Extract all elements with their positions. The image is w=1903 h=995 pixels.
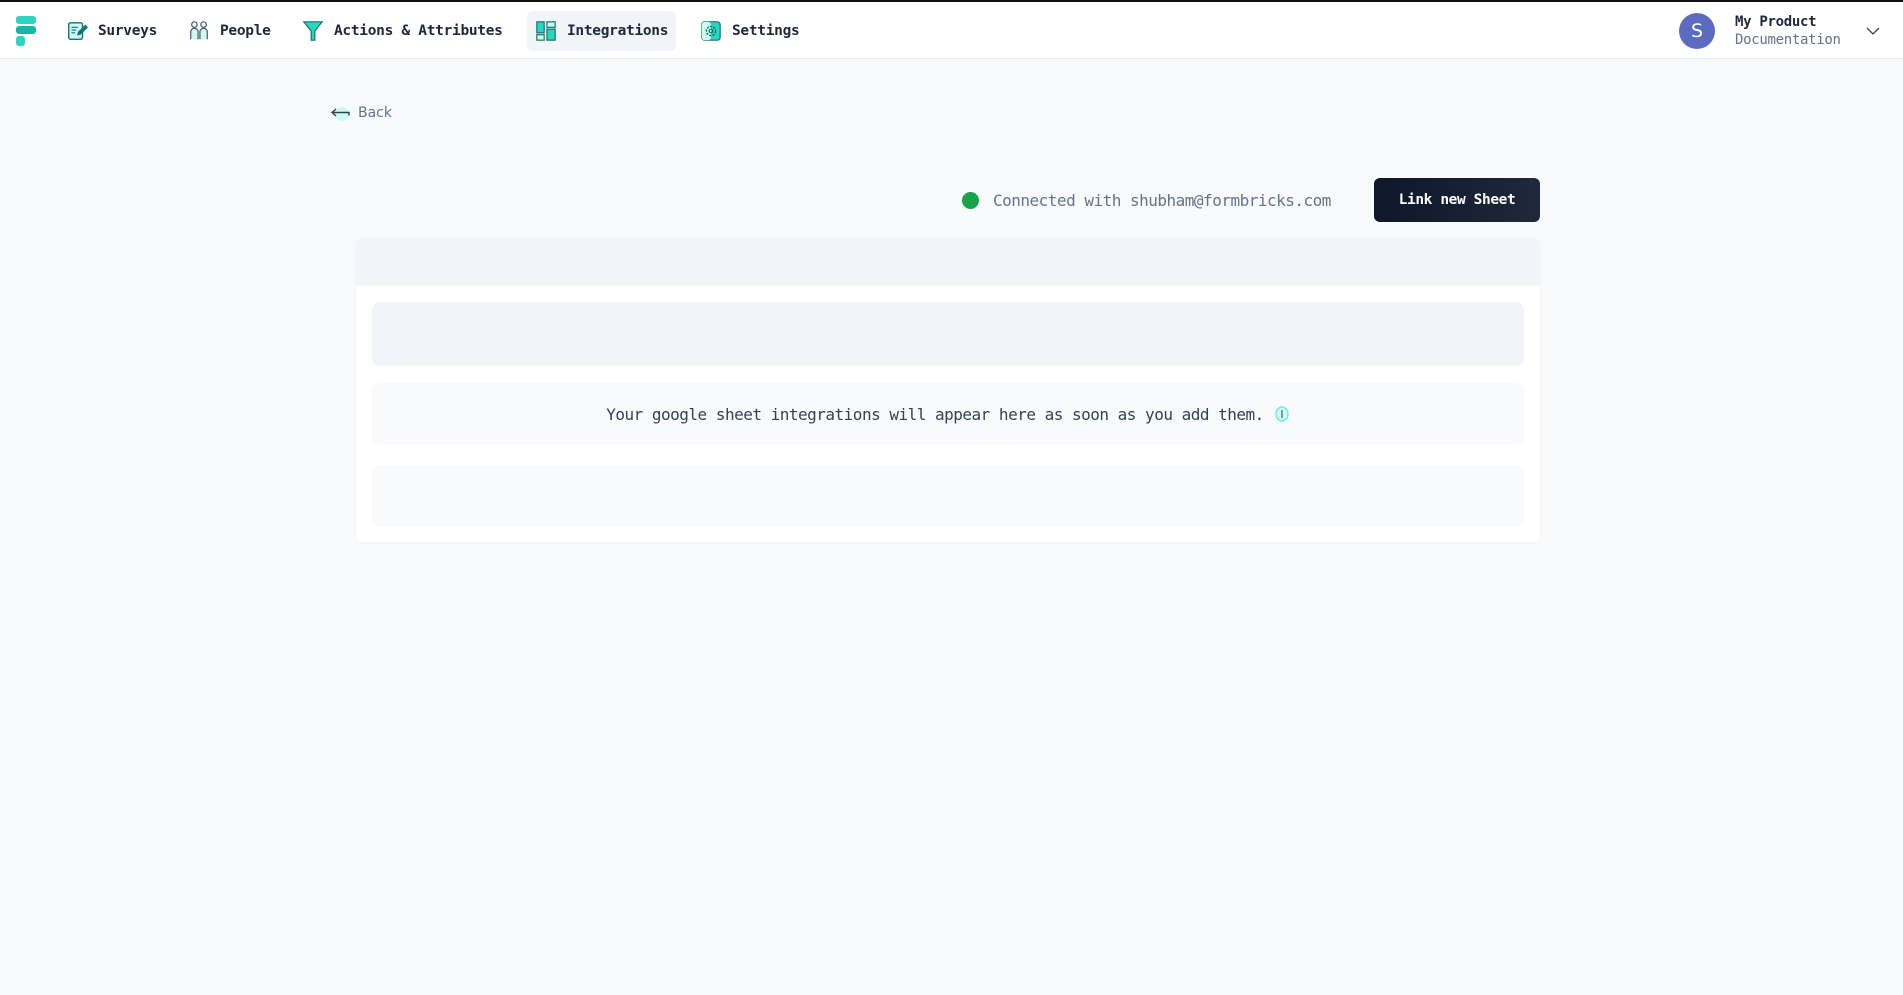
skeleton-row <box>372 302 1524 366</box>
nav-actions-attributes[interactable]: Actions & Attributes <box>294 11 511 51</box>
funnel-icon <box>302 20 324 42</box>
nav-settings[interactable]: Settings <box>692 11 807 51</box>
integrations-grid-icon <box>535 20 557 42</box>
connection-status-text: Connected with shubham@formbricks.com <box>993 190 1331 210</box>
nav-label: Integrations <box>567 23 669 39</box>
info-icon <box>1274 405 1290 423</box>
chevron-down-icon[interactable] <box>1865 23 1881 39</box>
back-button[interactable]: Back <box>330 100 392 126</box>
top-navigation-bar: Surveys People Actions & Attributes Inte… <box>0 0 1903 59</box>
nav-label: Settings <box>732 23 800 39</box>
integrations-list-card: Your google sheet integrations will appe… <box>356 238 1540 542</box>
gear-icon <box>700 20 722 42</box>
nav-surveys[interactable]: Surveys <box>58 11 165 51</box>
nav-people[interactable]: People <box>180 11 279 51</box>
formbricks-logo[interactable] <box>16 16 38 46</box>
environment-name: Documentation <box>1735 32 1841 48</box>
nav-label: Actions & Attributes <box>334 23 503 39</box>
arrow-left-icon <box>330 103 352 123</box>
back-label: Back <box>358 105 392 121</box>
nav-label: Surveys <box>98 23 158 39</box>
avatar[interactable]: S <box>1679 13 1715 49</box>
nav-label: People <box>220 23 271 39</box>
link-new-sheet-button[interactable]: Link new Sheet <box>1374 178 1540 222</box>
empty-state-message: Your google sheet integrations will appe… <box>606 404 1264 424</box>
connected-status-dot <box>962 191 979 209</box>
people-icon <box>188 20 210 42</box>
skeleton-row <box>372 465 1524 527</box>
connection-status: Connected with shubham@formbricks.com <box>962 188 1331 212</box>
empty-state-row: Your google sheet integrations will appe… <box>372 383 1524 445</box>
clipboard-edit-icon <box>66 20 88 42</box>
nav-integrations[interactable]: Integrations <box>527 11 676 51</box>
product-switcher[interactable]: S My Product Documentation <box>1653 11 1903 51</box>
product-name: My Product <box>1735 14 1817 30</box>
list-header-placeholder <box>356 238 1540 286</box>
